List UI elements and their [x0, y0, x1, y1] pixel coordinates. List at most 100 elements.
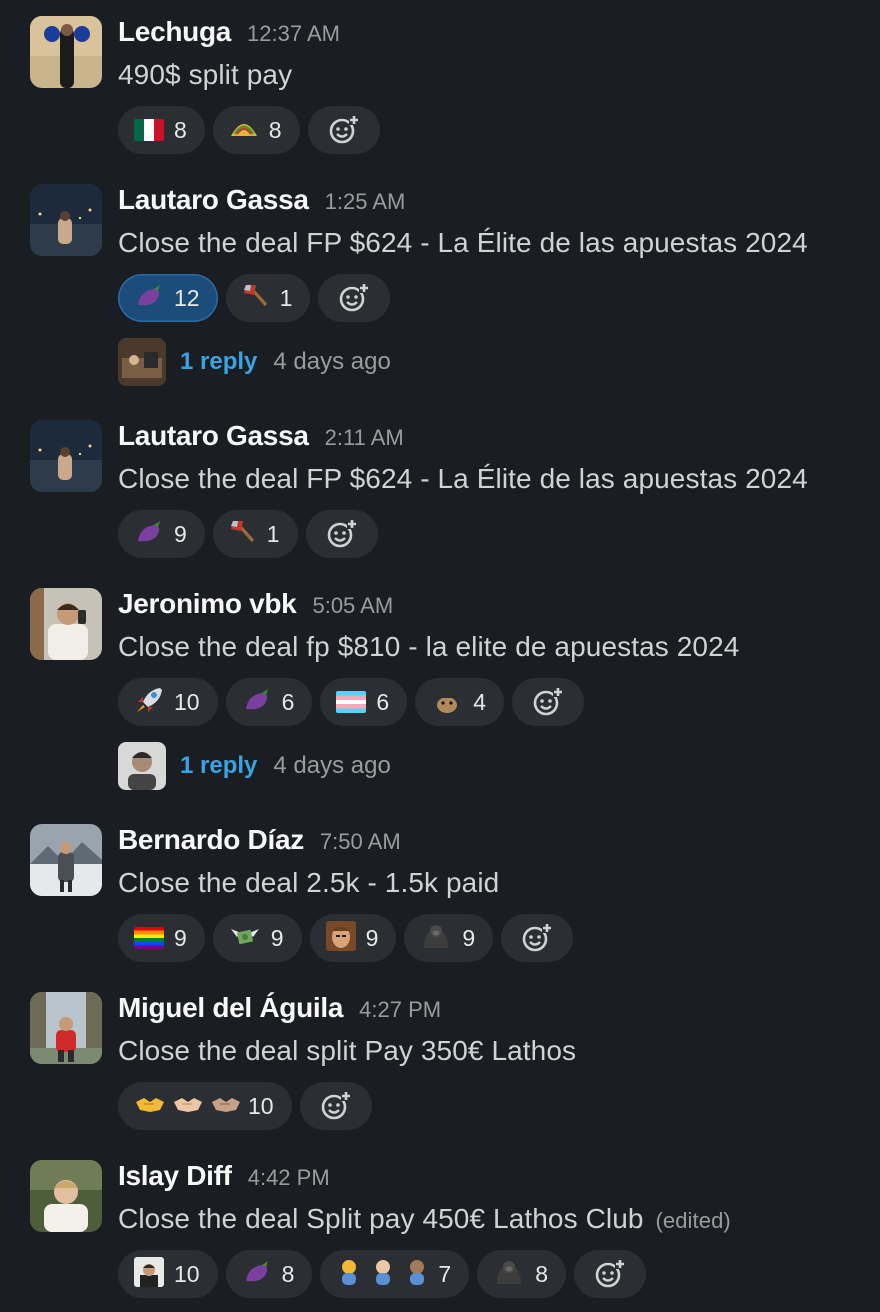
rocket-emoji-icon — [134, 686, 164, 719]
reaction-bar: 10 8 7 8 — [118, 1250, 870, 1298]
reaction-pill[interactable]: 10 — [118, 1082, 292, 1130]
reaction-count: 9 — [365, 924, 379, 951]
rainbow-flag-emoji-icon — [134, 927, 164, 949]
author-name[interactable]: Islay Diff — [118, 1160, 232, 1192]
add-reaction-button[interactable] — [573, 1250, 646, 1298]
author-name[interactable]: Jeronimo vbk — [118, 588, 297, 620]
thread-reply-avatar — [118, 338, 166, 386]
message-feed: Lechuga 12:37 AM 490$ split pay 8 8 Laut… — [0, 0, 880, 1312]
avatar[interactable] — [30, 992, 102, 1064]
avatar[interactable] — [30, 420, 102, 492]
message-text: Close the deal FP $624 - La Élite de las… — [118, 227, 808, 258]
custom-detective-emoji-icon — [431, 686, 463, 719]
message-text: 490$ split pay — [118, 59, 293, 90]
add-reaction-icon — [522, 923, 553, 952]
author-name[interactable]: Bernardo Díaz — [118, 824, 304, 856]
reaction-count: 6 — [281, 688, 295, 715]
eggplant-emoji-icon — [134, 519, 164, 550]
message-timestamp[interactable]: 7:50 AM — [320, 829, 401, 855]
reaction-bar: 12 1 — [118, 274, 870, 322]
add-reaction-icon — [340, 283, 370, 312]
author-name[interactable]: Lautaro Gassa — [118, 184, 309, 216]
reaction-pill[interactable]: 8 — [477, 1250, 566, 1298]
add-reaction-icon — [533, 687, 563, 716]
message-timestamp[interactable]: 12:37 AM — [247, 21, 340, 47]
reply-count-link[interactable]: 1 reply — [180, 348, 257, 376]
handshake-emoji-icon — [172, 1092, 204, 1121]
message-timestamp[interactable]: 4:27 PM — [359, 997, 441, 1023]
reaction-count: 8 — [268, 116, 282, 143]
reaction-count: 9 — [174, 924, 187, 951]
edited-label: (edited) — [655, 1208, 731, 1233]
reaction-pill[interactable]: 8 — [212, 106, 300, 154]
reaction-pill[interactable]: 8 — [118, 106, 205, 154]
add-reaction-button[interactable] — [305, 510, 378, 558]
message-timestamp[interactable]: 5:05 AM — [312, 593, 393, 619]
add-reaction-button[interactable] — [501, 914, 574, 962]
reaction-pill[interactable]: 6 — [320, 678, 408, 726]
add-reaction-icon — [321, 1091, 351, 1120]
reaction-count: 9 — [462, 924, 476, 951]
thread-reply-avatar — [118, 742, 166, 790]
add-reaction-button[interactable] — [318, 274, 391, 322]
last-reply-time: 4 days ago — [273, 348, 391, 375]
baby-emoji-icon — [370, 1258, 396, 1291]
message-text: Close the deal FP $624 - La Élite de las… — [118, 463, 808, 494]
reaction-count: 1 — [266, 520, 280, 547]
add-reaction-button[interactable] — [511, 678, 584, 726]
reaction-pill[interactable]: 9 — [212, 914, 302, 962]
reaction-pill[interactable]: 9 — [404, 914, 494, 962]
thread-summary[interactable]: 1 reply 4 days ago — [118, 742, 391, 790]
reaction-bar: 10 — [118, 1082, 870, 1130]
reaction-pill[interactable]: 10 — [118, 1250, 218, 1298]
custom-face-emoji-icon — [325, 920, 356, 956]
avatar[interactable] — [30, 824, 102, 896]
avatar[interactable] — [30, 184, 102, 256]
reaction-count: 4 — [473, 688, 486, 715]
thread-summary[interactable]: 1 reply 4 days ago — [118, 338, 391, 386]
add-reaction-icon — [329, 115, 359, 144]
add-reaction-button[interactable] — [307, 106, 380, 154]
message-timestamp[interactable]: 4:42 PM — [248, 1165, 330, 1191]
reaction-count: 1 — [279, 284, 293, 311]
reaction-pill[interactable]: 10 — [118, 678, 218, 726]
reaction-bar: 9 9 9 9 — [118, 914, 870, 962]
reaction-count: 8 — [281, 1260, 295, 1287]
reaction-pill[interactable]: 1 — [212, 510, 298, 558]
eggplant-emoji-icon — [242, 1259, 272, 1290]
avatar[interactable] — [30, 588, 102, 660]
add-reaction-icon — [595, 1259, 625, 1288]
baby-emoji-icon — [404, 1258, 430, 1291]
reply-count-link[interactable]: 1 reply — [180, 752, 257, 780]
message-timestamp[interactable]: 1:25 AM — [325, 189, 406, 215]
reaction-count: 7 — [438, 1260, 452, 1287]
reaction-pill[interactable]: 9 — [309, 914, 397, 962]
reaction-pill[interactable]: 1 — [225, 274, 311, 322]
add-reaction-icon — [327, 519, 357, 548]
reaction-pill[interactable]: 9 — [118, 914, 205, 962]
avatar[interactable] — [30, 16, 102, 88]
reaction-count: 9 — [174, 520, 187, 547]
reaction-pill[interactable]: 4 — [415, 678, 504, 726]
avatar[interactable] — [30, 1160, 102, 1232]
reaction-pill[interactable]: 7 — [320, 1250, 470, 1298]
add-reaction-button[interactable] — [299, 1082, 372, 1130]
reaction-pill[interactable]: 8 — [225, 1250, 313, 1298]
message-timestamp[interactable]: 2:11 AM — [325, 425, 404, 451]
money-with-wings-emoji-icon — [229, 923, 261, 954]
author-name[interactable]: Miguel del Águila — [118, 992, 343, 1024]
reaction-pill[interactable]: 6 — [225, 678, 313, 726]
message-text: Close the deal 2.5k - 1.5k paid — [118, 867, 500, 898]
reaction-count: 9 — [270, 924, 284, 951]
custom-portrait-emoji-icon — [134, 1256, 164, 1292]
eggplant-emoji-icon — [242, 687, 272, 718]
author-name[interactable]: Lechuga — [118, 16, 231, 48]
reaction-pill[interactable]: 9 — [118, 510, 205, 558]
message-text: Close the deal fp $810 - la elite de apu… — [118, 631, 740, 662]
author-name[interactable]: Lautaro Gassa — [118, 420, 309, 452]
reaction-count: 8 — [535, 1260, 548, 1287]
reaction-count: 10 — [174, 688, 200, 715]
reaction-bar: 10 6 6 4 — [118, 678, 870, 726]
reaction-pill[interactable]: 12 — [118, 274, 218, 322]
reaction-count: 8 — [174, 116, 187, 143]
